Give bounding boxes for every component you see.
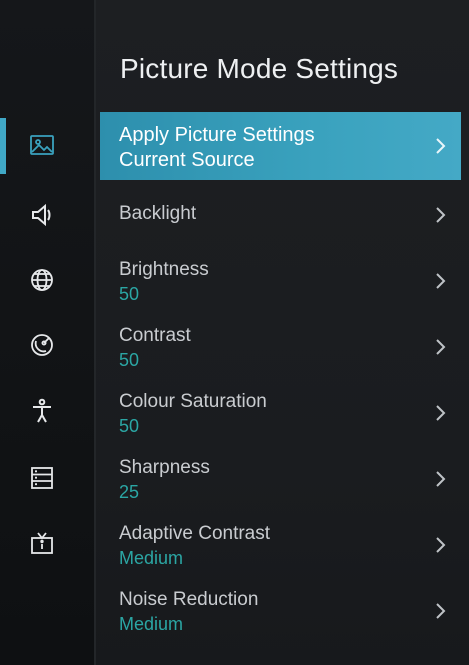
menu-item-brightness[interactable]: Brightness 50 — [100, 252, 461, 310]
page-title: Picture Mode Settings — [120, 53, 399, 84]
picture-icon[interactable] — [24, 127, 60, 163]
menu-item-value: 50 — [119, 350, 140, 370]
chevron-right-icon — [433, 601, 447, 619]
menu-item-label: Adaptive Contrast — [119, 523, 271, 544]
chevron-right-icon — [433, 535, 447, 553]
chevron-right-icon — [433, 205, 447, 223]
chevron-right-icon — [433, 136, 447, 154]
satellite-icon[interactable] — [24, 327, 60, 363]
tv-settings-screen: Picture Mode Settings Apply Picture Sett… — [0, 0, 469, 665]
menu-item-colour-saturation[interactable]: Colour Saturation 50 — [100, 384, 461, 442]
menu-item-adaptive-contrast[interactable]: Adaptive Contrast Medium — [100, 516, 461, 574]
menu-item-label: Sharpness — [119, 457, 210, 478]
menu-item-noise-reduction[interactable]: Noise Reduction Medium — [100, 582, 461, 640]
menu-item-value: 50 — [119, 416, 140, 436]
menu-item-value: Medium — [119, 614, 184, 634]
menu-item-backlight[interactable]: Backlight — [100, 186, 461, 244]
menu-item-value: Medium — [119, 548, 184, 568]
menu-item-value: 25 — [119, 482, 140, 502]
menu-item-label: Backlight — [119, 203, 197, 224]
menu-item-label: Brightness — [119, 259, 209, 280]
accessibility-icon[interactable] — [24, 393, 60, 429]
chevron-right-icon — [433, 271, 447, 289]
list-icon[interactable] — [24, 460, 60, 496]
menu-item-label: Noise Reduction — [119, 589, 259, 610]
side-menu-selection-indicator — [0, 118, 6, 174]
menu-item-sharpness[interactable]: Sharpness 25 — [100, 450, 461, 508]
menu-item-label: Contrast — [119, 325, 191, 346]
menu-item-apply-picture-settings[interactable]: Apply Picture Settings Current Source — [100, 112, 461, 180]
menu-item-label: Current Source — [119, 149, 255, 171]
tv-icon[interactable] — [24, 525, 60, 561]
menu-item-label: Colour Saturation — [119, 391, 267, 412]
globe-icon[interactable] — [24, 262, 60, 298]
chevron-right-icon — [433, 469, 447, 487]
menu-item-contrast[interactable]: Contrast 50 — [100, 318, 461, 376]
sound-icon[interactable] — [24, 197, 60, 233]
menu-item-value: 50 — [119, 284, 140, 304]
chevron-right-icon — [433, 403, 447, 421]
menu-item-label: Apply Picture Settings — [119, 124, 315, 146]
chevron-right-icon — [433, 337, 447, 355]
